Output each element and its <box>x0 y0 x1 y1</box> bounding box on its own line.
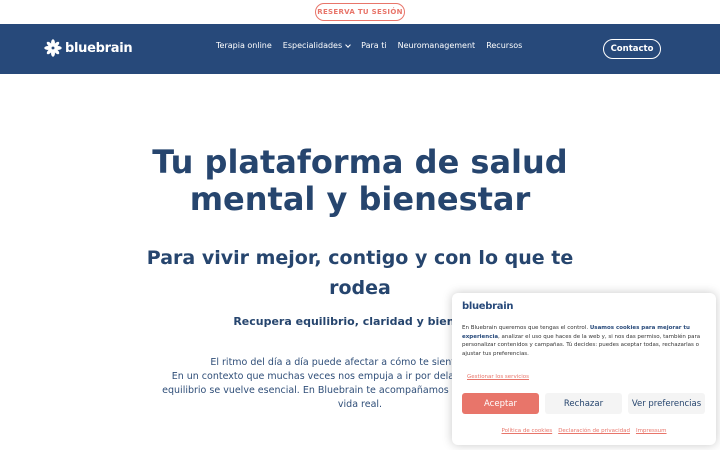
nav-item-terapia-online[interactable]: Terapia online <box>216 41 272 50</box>
nav-item-label: Especialidades <box>282 41 343 50</box>
nav-item-neuromanagement[interactable]: Neuromanagement <box>398 41 476 50</box>
accept-button[interactable]: Aceptar <box>462 393 539 414</box>
manage-services-link[interactable]: Gestionar los servicios <box>467 374 706 380</box>
top-bar: RESERVA TU SESIÓN <box>0 0 720 24</box>
cookie-button-row: Aceptar Rechazar Ver preferencias <box>462 393 706 414</box>
logo[interactable]: bluebrain <box>44 39 133 57</box>
nav-item-especialidades[interactable]: Especialidades <box>282 41 351 50</box>
nav-item-label: Terapia online <box>216 41 272 50</box>
nav-item-recursos[interactable]: Recursos <box>486 41 522 50</box>
hero-title-line: Tu plataforma de salud <box>152 143 568 181</box>
logo-text: bluebrain <box>65 40 133 56</box>
nav-item-para-ti[interactable]: Para ti <box>361 41 386 50</box>
main-navbar: bluebrain Terapia online Especialidades … <box>0 24 720 74</box>
cookie-logo: bluebrain <box>462 301 514 312</box>
cookie-policy-links: Política de cookies Declaración de priva… <box>462 428 706 434</box>
cookie-text-part: En Bluebrain queremos que tengas el cont… <box>462 325 590 331</box>
cookie-consent-dialog: bluebrain En Bluebrain queremos que teng… <box>452 293 716 445</box>
cookie-text-part: , analizar el uso que haces de la web y,… <box>462 333 701 357</box>
book-session-button[interactable]: RESERVA TU SESIÓN <box>315 3 405 21</box>
privacy-statement-link[interactable]: Declaración de privacidad <box>558 428 630 434</box>
flower-logo-icon <box>44 39 62 57</box>
contact-button[interactable]: Contacto <box>603 39 661 59</box>
hero-title: Tu plataforma de salud mental y bienesta… <box>100 144 620 218</box>
hero-title-line: mental y bienestar <box>189 180 531 218</box>
nav-item-label: Recursos <box>486 41 523 50</box>
impressum-link[interactable]: Impressum <box>636 428 667 434</box>
nav-item-label: Para ti <box>361 41 387 50</box>
cookie-policy-link[interactable]: Política de cookies <box>501 428 552 434</box>
nav-menu: Terapia online Especialidades Para ti Ne… <box>216 41 522 50</box>
reject-button[interactable]: Rechazar <box>545 393 622 414</box>
cookie-description: En Bluebrain queremos que tengas el cont… <box>462 324 706 358</box>
chevron-down-icon <box>345 41 351 48</box>
hero-subtitle-line: Para vivir mejor, contigo y con lo que t… <box>146 247 574 269</box>
nav-item-label: Neuromanagement <box>397 41 476 50</box>
view-preferences-button[interactable]: Ver preferencias <box>628 393 705 414</box>
